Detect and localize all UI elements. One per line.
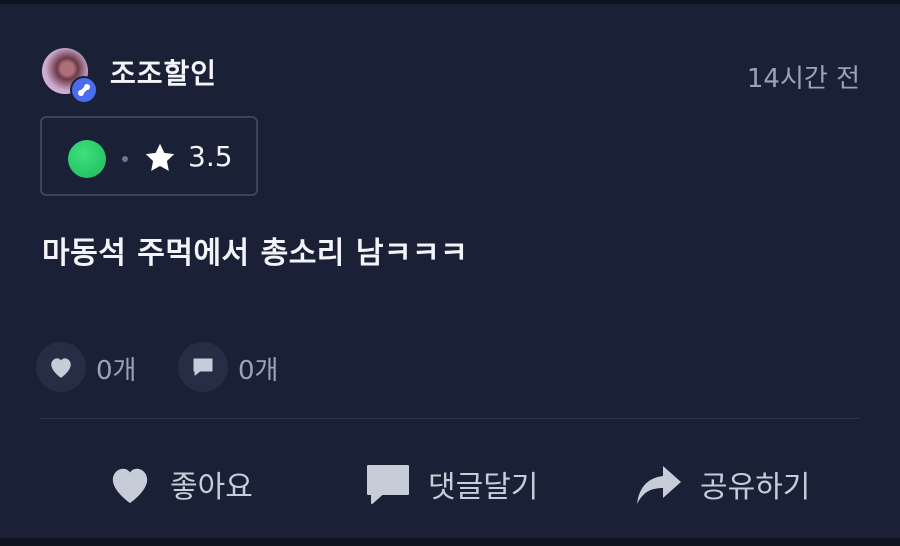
like-button[interactable]: 좋아요 <box>106 454 253 514</box>
heart-icon <box>112 468 148 504</box>
like-button-label: 좋아요 <box>170 470 253 505</box>
divider <box>40 418 860 419</box>
share-button-label: 공유하기 <box>700 470 811 505</box>
comment-button[interactable]: 댓글달기 <box>364 454 538 514</box>
post-header: 조조할인 14시간 전 <box>42 48 860 104</box>
post-stats: 0개 0개 <box>36 342 436 392</box>
status-dot-icon <box>68 140 106 178</box>
link-badge-icon <box>70 76 98 104</box>
rating-value: 3.5 <box>188 140 233 173</box>
post-body-text: 마동석 주먹에서 총소리 남ㅋㅋㅋ <box>42 236 469 271</box>
comment-count-icon <box>178 342 228 392</box>
share-icon <box>637 466 681 504</box>
comment-count: 0개 <box>238 356 279 386</box>
post-timestamp: 14시간 전 <box>746 64 860 94</box>
rating-badge[interactable]: 3.5 <box>40 116 258 196</box>
separator-dot <box>122 156 128 162</box>
like-count-icon <box>36 342 86 392</box>
username[interactable]: 조조할인 <box>110 52 217 92</box>
post-actions: 좋아요 댓글달기 공유하기 <box>0 454 900 514</box>
star-icon <box>145 143 175 171</box>
share-button[interactable]: 공유하기 <box>634 454 810 514</box>
comment-button-label: 댓글달기 <box>428 470 539 505</box>
comment-icon <box>367 465 409 504</box>
like-count: 0개 <box>96 356 137 386</box>
post-card: 조조할인 14시간 전 3.5 마동석 주먹에서 총소리 남ㅋㅋㅋ 0개 0개 <box>0 4 900 538</box>
